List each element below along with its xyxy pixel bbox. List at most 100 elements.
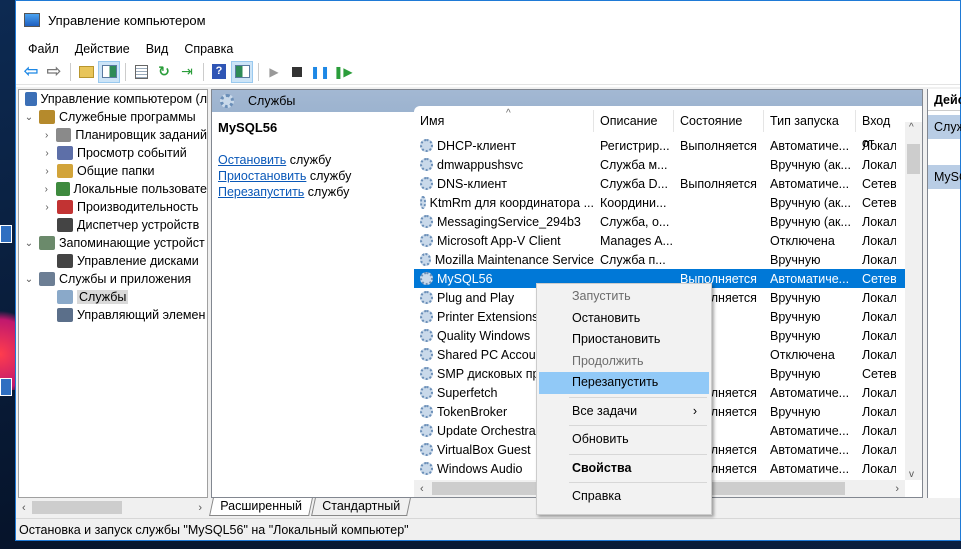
- tree-item[interactable]: › Общие папки: [19, 162, 207, 180]
- service-startup-type: Вручную (ак...: [770, 214, 851, 229]
- menu-separator: [569, 396, 707, 398]
- service-log-on-as: Локалı: [862, 461, 896, 476]
- scroll-right-icon[interactable]: ›: [198, 502, 202, 514]
- back-button[interactable]: ⇦: [20, 61, 42, 83]
- chevron-down-icon[interactable]: ⌄: [23, 274, 35, 285]
- refresh-button[interactable]: ↻: [153, 61, 175, 83]
- service-name-text: Plug and Play: [437, 290, 515, 305]
- up-button[interactable]: [75, 61, 97, 83]
- list-vertical-scrollbar[interactable]: ^ v: [905, 122, 922, 480]
- menu-view[interactable]: Вид: [138, 42, 177, 56]
- column-header-log-on-as[interactable]: Вход от: [856, 110, 896, 150]
- tree-item[interactable]: › Производительность: [19, 198, 207, 216]
- context-menu-item[interactable]: Все задачи ›: [539, 401, 709, 423]
- stop-service-link[interactable]: Остановить: [218, 153, 286, 167]
- chevron-right-icon[interactable]: ›: [41, 184, 52, 195]
- service-startup-type: Вручную (ак...: [770, 157, 851, 172]
- tree-item[interactable]: ⌄ Служебные программы: [19, 108, 207, 126]
- help-button[interactable]: ?: [208, 61, 230, 83]
- service-name-text: MySQL56: [437, 271, 493, 286]
- table-row[interactable]: DNS-клиент Служба D... Выполняется Автомати…: [414, 174, 922, 193]
- export-icon: ⇥: [181, 63, 193, 79]
- service-startup-type: Вручную: [770, 366, 821, 381]
- service-status: Выполняется: [680, 176, 757, 191]
- menu-action[interactable]: Действие: [67, 42, 138, 56]
- context-menu-item[interactable]: Свойства: [539, 458, 709, 480]
- tree-item[interactable]: ⌄ Службы и приложения: [19, 270, 207, 288]
- show-tree-button[interactable]: [98, 60, 120, 83]
- desktop-icon[interactable]: [0, 378, 12, 396]
- scrollbar-thumb[interactable]: [907, 144, 920, 174]
- scroll-left-icon[interactable]: ‹: [414, 483, 424, 495]
- table-row[interactable]: KtmRm для координатора ... Координи... Вру…: [414, 193, 922, 212]
- link-suffix: службу: [306, 169, 352, 183]
- tree-item[interactable]: Диспетчер устройств: [19, 216, 207, 234]
- restart-service-link[interactable]: Перезапустить: [218, 185, 304, 199]
- service-gear-icon: [420, 253, 431, 266]
- scroll-left-icon[interactable]: ‹: [18, 502, 26, 514]
- pause-service-link[interactable]: Приостановить: [218, 169, 306, 183]
- desktop-icon[interactable]: [0, 225, 12, 243]
- tree-horizontal-scrollbar[interactable]: ‹ ›: [18, 499, 208, 516]
- scrollbar-thumb[interactable]: [32, 501, 122, 514]
- tree-item-label: Просмотр событий: [77, 146, 187, 160]
- service-description: Служба D...: [600, 176, 668, 191]
- tree-item[interactable]: Управление компьютером (л: [19, 90, 207, 108]
- menu-help[interactable]: Справка: [176, 42, 241, 56]
- pause-service-button[interactable]: ❚❚: [309, 61, 331, 83]
- menu-separator: [569, 482, 707, 483]
- column-header-name[interactable]: Имя: [414, 110, 594, 132]
- service-log-on-as: Локалı: [862, 404, 896, 419]
- actions-group-mysql56[interactable]: MySQL56: [928, 165, 961, 189]
- tab-label: Стандартный: [322, 499, 401, 513]
- restart-service-button[interactable]: ❚▶: [332, 61, 354, 83]
- tree-item[interactable]: ⌄ Запоминающие устройст: [19, 234, 207, 252]
- table-row[interactable]: Mozilla Maintenance Service Служба п... Вр…: [414, 250, 922, 269]
- tree-item[interactable]: › Просмотр событий: [19, 144, 207, 162]
- context-menu-item[interactable]: Обновить: [539, 429, 709, 451]
- table-row[interactable]: MessagingService_294b3 Служба, о... Вручну…: [414, 212, 922, 231]
- tree-item[interactable]: Службы: [19, 288, 207, 306]
- actions-group-services[interactable]: Службы: [928, 115, 961, 139]
- tab-extended[interactable]: Расширенный: [209, 498, 313, 516]
- chevron-right-icon[interactable]: ›: [41, 130, 52, 141]
- chevron-right-icon[interactable]: ›: [41, 148, 53, 159]
- selected-service-name: MySQL56: [218, 120, 278, 135]
- show-action-pane-button[interactable]: [231, 60, 253, 83]
- chevron-down-icon[interactable]: ⌄: [23, 112, 35, 123]
- context-menu-item[interactable]: Приостановить: [539, 329, 709, 351]
- service-log-on-as: Локалı: [862, 423, 896, 438]
- service-log-on-as: Локалı: [862, 442, 896, 457]
- scroll-up-icon[interactable]: ^: [909, 122, 914, 133]
- table-row[interactable]: dmwappushsvc Служба м... Вручную (ак... Лок…: [414, 155, 922, 174]
- service-startup-type: Вручную: [770, 328, 821, 343]
- stop-service-button[interactable]: [286, 61, 308, 83]
- start-service-button[interactable]: ▶: [263, 61, 285, 83]
- service-name-text: KtmRm для координатора ...: [429, 195, 594, 210]
- table-row[interactable]: Microsoft App-V Client Manages A... Отключ…: [414, 231, 922, 250]
- chevron-right-icon[interactable]: ›: [41, 166, 53, 177]
- context-menu-item[interactable]: Остановить: [539, 308, 709, 330]
- tab-standard[interactable]: Стандартный: [310, 498, 411, 516]
- column-header-startup-type[interactable]: Тип запуска: [764, 110, 856, 132]
- table-row[interactable]: DHCP-клиент Регистрир... Выполняется Автома…: [414, 136, 922, 155]
- submenu-arrow-icon: ›: [692, 403, 697, 418]
- chevron-right-icon[interactable]: ›: [41, 202, 53, 213]
- service-log-on-as: Сетева: [862, 271, 896, 286]
- column-header-status[interactable]: Состояние: [674, 110, 764, 132]
- tree-item[interactable]: Управляющий элемен: [19, 306, 207, 324]
- context-menu-item[interactable]: Справка: [539, 486, 709, 508]
- scroll-right-icon[interactable]: ›: [895, 483, 899, 495]
- tree-item[interactable]: › Планировщик заданий: [19, 126, 207, 144]
- forward-button[interactable]: ⇨: [43, 61, 65, 83]
- chevron-down-icon[interactable]: ⌄: [23, 238, 35, 249]
- export-button[interactable]: ⇥: [176, 61, 198, 83]
- properties-button[interactable]: [130, 61, 152, 83]
- column-header-description[interactable]: Описание: [594, 110, 674, 132]
- tree-item[interactable]: Управление дисками: [19, 252, 207, 270]
- context-menu-item[interactable]: Перезапустить: [539, 372, 709, 394]
- menu-file[interactable]: Файл: [20, 42, 67, 56]
- scroll-down-icon[interactable]: v: [909, 469, 914, 480]
- tree-item[interactable]: › Локальные пользовате: [19, 180, 207, 198]
- service-gear-icon: [420, 405, 433, 418]
